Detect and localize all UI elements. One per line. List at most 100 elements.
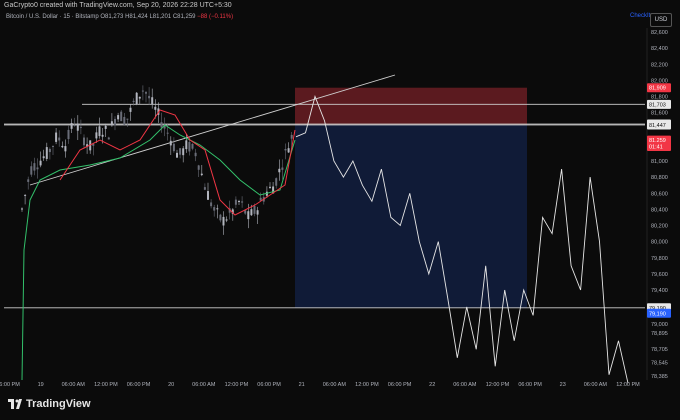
candle-body	[27, 179, 30, 182]
price-tag-label: 81,703	[649, 102, 666, 108]
candle-body	[141, 90, 144, 92]
candle-body	[203, 187, 206, 190]
candle-body	[110, 121, 113, 126]
candle-body	[219, 214, 222, 221]
candle-body	[83, 137, 85, 146]
candle-body	[269, 186, 271, 188]
time-axis-label: 21	[299, 382, 305, 388]
price-axis-label: 80,600	[651, 191, 668, 197]
candle-body	[79, 126, 82, 128]
chart-window: GaCrypto0 created with TradingView.com, …	[0, 0, 680, 420]
candle-body	[120, 111, 123, 122]
tradingview-logo-icon	[8, 399, 22, 409]
time-axis-label: 22	[429, 382, 435, 388]
candle-body	[61, 145, 64, 148]
price-axis-label: 78,705	[651, 347, 668, 353]
time-axis-label: 12:00 PM	[355, 382, 379, 388]
candle-body	[197, 165, 200, 170]
time-axis-label: 06:00 AM	[323, 382, 347, 388]
moving-average-green	[21, 124, 296, 381]
brand-name: TradingView	[26, 398, 91, 410]
time-axis-label: 12:00 PM	[225, 382, 249, 388]
candle-body	[58, 137, 61, 141]
candle-body	[207, 191, 209, 200]
price-chart[interactable]: 82,60082,40082,20082,00081,80081,60081,2…	[0, 0, 680, 392]
candle-body	[194, 152, 197, 157]
candle-body	[132, 100, 135, 102]
candle-body	[148, 95, 151, 99]
candle-body	[55, 132, 58, 142]
candle-body	[67, 129, 70, 140]
time-axis-label: 06:00 PM	[0, 382, 20, 388]
price-axis-label: 79,600	[651, 272, 668, 278]
time-axis-label: 19	[38, 382, 44, 388]
candle-body	[176, 152, 178, 158]
time-axis-label: 12:00 PM	[486, 382, 510, 388]
price-axis-label: 81,600	[651, 111, 668, 117]
candle-body	[284, 148, 287, 151]
candle-body	[185, 140, 188, 150]
time-axis-label: 06:00 AM	[192, 382, 216, 388]
candle-body	[36, 167, 39, 170]
time-axis-label: 06:00 PM	[518, 382, 542, 388]
candle-body	[126, 118, 129, 120]
candle-body	[129, 107, 132, 112]
candle-body	[24, 194, 27, 196]
price-axis-label: 82,600	[651, 30, 668, 36]
candle-body	[33, 163, 36, 171]
candle-body	[200, 173, 203, 176]
position-risk-zone	[295, 87, 527, 125]
candle-body	[117, 115, 120, 120]
candle-body	[188, 142, 191, 152]
tradingview-brand[interactable]: TradingView	[8, 398, 91, 410]
candle-body	[70, 123, 73, 129]
candle-body	[154, 106, 157, 110]
candle-body	[169, 140, 172, 146]
candle-body	[216, 208, 219, 210]
candle-body	[104, 125, 107, 129]
candle-body	[256, 210, 259, 215]
price-tag-label: 01:41	[649, 144, 663, 150]
candle-body	[114, 118, 116, 126]
price-axis-label: 80,800	[651, 175, 668, 181]
candle-body	[182, 148, 185, 156]
candle-body	[191, 143, 194, 149]
candle-body	[250, 209, 253, 216]
candle-body	[166, 132, 169, 134]
candle-body	[238, 201, 240, 203]
price-axis-label: 82,400	[651, 46, 668, 52]
candle-body	[222, 216, 225, 226]
price-axis-label: 82,200	[651, 62, 668, 68]
candle-body	[138, 96, 141, 99]
price-axis-label: 78,895	[651, 331, 668, 337]
time-axis-label: 06:00 PM	[127, 382, 151, 388]
candle-body	[278, 168, 281, 173]
price-tag-label: 81,909	[649, 86, 666, 92]
candle-body	[241, 201, 244, 203]
price-axis-label: 81,800	[651, 95, 668, 101]
price-tag-label: 81,447	[649, 123, 666, 129]
candle-body	[42, 156, 45, 159]
time-axis-label: 06:00 PM	[257, 382, 281, 388]
candle-body	[73, 125, 76, 127]
candle-body	[225, 219, 228, 221]
candle-body	[151, 97, 154, 105]
time-axis-label: 06:00 PM	[388, 382, 412, 388]
candle-body	[76, 123, 79, 131]
time-axis-label: 20	[168, 382, 174, 388]
price-axis-label: 78,545	[651, 360, 668, 366]
candle-body	[290, 134, 293, 139]
price-tag-label: 79,190	[649, 311, 666, 317]
candle-body	[95, 132, 98, 139]
candle-body	[98, 126, 101, 137]
candle-body	[275, 178, 278, 186]
candle-body	[101, 134, 104, 137]
price-axis-label: 81,000	[651, 159, 668, 165]
candle-body	[281, 167, 284, 170]
candle-body	[52, 146, 54, 148]
candle-body	[64, 146, 67, 152]
candle-body	[48, 148, 51, 153]
time-axis-label: 06:00 AM	[62, 382, 86, 388]
candle-body	[287, 148, 290, 153]
price-axis-label: 79,000	[651, 322, 668, 328]
